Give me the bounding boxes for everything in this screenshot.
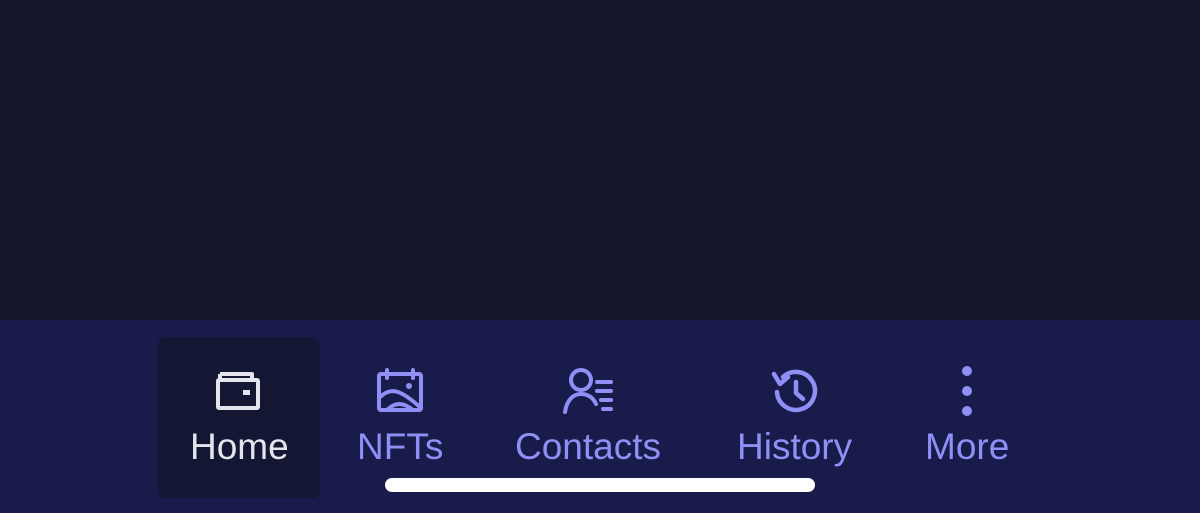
tab-nfts-label: NFTs	[357, 426, 444, 467]
app-screen: Home NFTs Contacts History More	[0, 0, 1200, 513]
nft-image-icon	[373, 364, 427, 418]
home-indicator-bar[interactable]	[385, 478, 815, 492]
tab-home[interactable]: Home	[158, 337, 320, 498]
history-icon	[768, 364, 822, 418]
tab-history-label: History	[737, 426, 853, 467]
main-content	[0, 0, 1200, 320]
tab-more-label: More	[925, 426, 1010, 467]
wallet-icon	[212, 364, 266, 418]
contacts-icon	[561, 364, 615, 418]
tab-nfts[interactable]: NFTs	[344, 337, 456, 498]
tab-history[interactable]: History	[722, 337, 868, 498]
tab-more[interactable]: More	[914, 337, 1020, 498]
more-vertical-icon	[940, 364, 994, 418]
tab-contacts[interactable]: Contacts	[500, 337, 676, 498]
tab-contacts-label: Contacts	[515, 426, 662, 467]
tab-home-label: Home	[190, 426, 289, 467]
